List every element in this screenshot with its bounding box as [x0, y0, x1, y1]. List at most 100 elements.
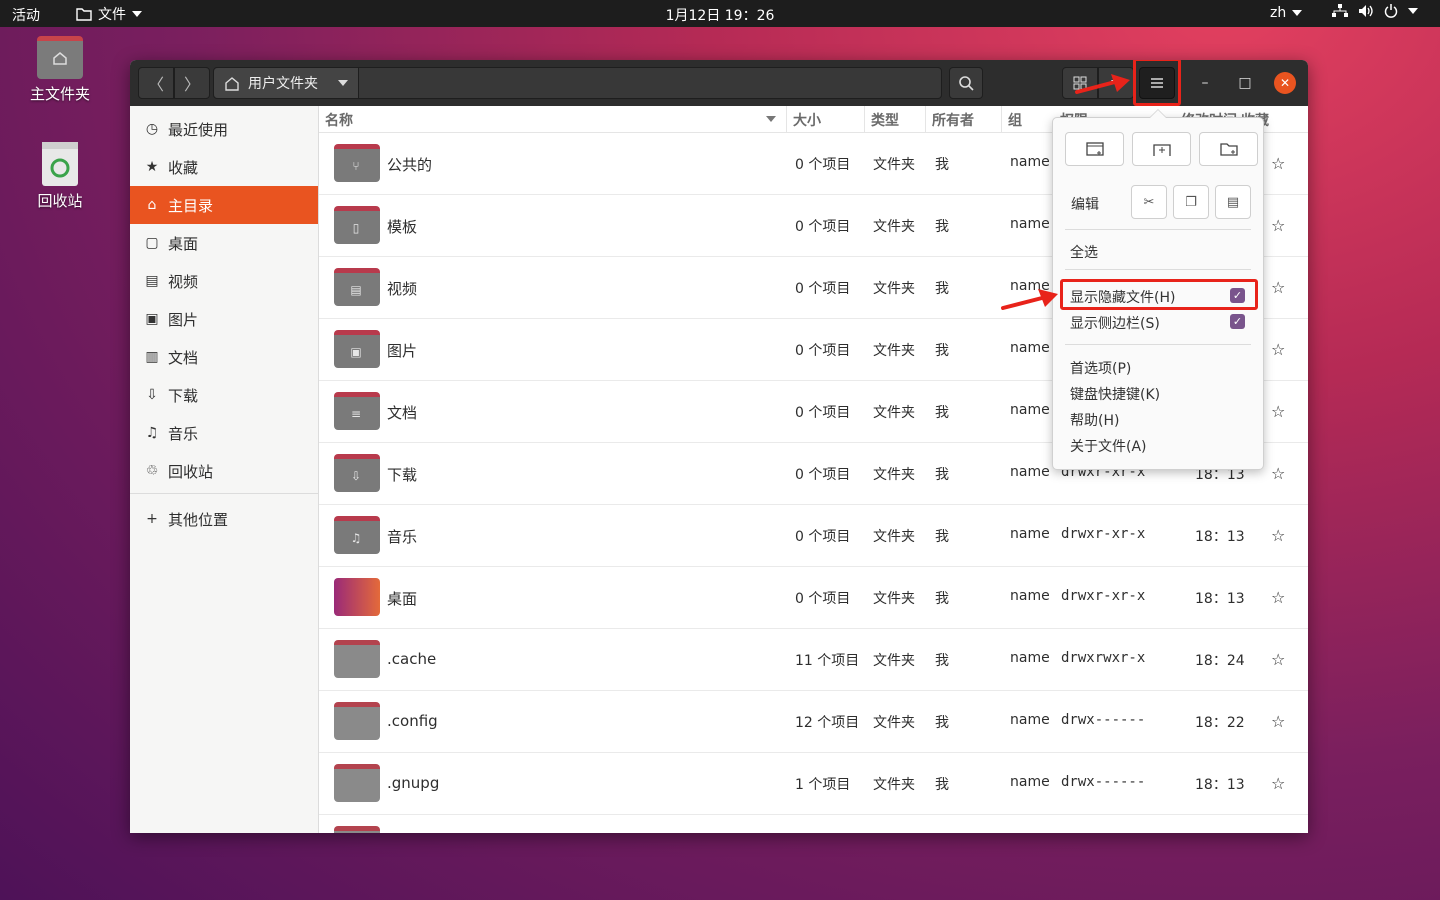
file-group: name [1010, 650, 1050, 666]
desktop-home-folder[interactable]: 主文件夹 [10, 36, 110, 104]
star-icon[interactable]: ☆ [1271, 774, 1285, 793]
document-icon: ▥ [145, 349, 159, 365]
column-header-size[interactable]: 大小 [793, 110, 821, 130]
folder-icon: ♫ [334, 516, 380, 554]
activities-button[interactable]: 活动 [12, 5, 40, 25]
file-type: 文件夹 [873, 219, 915, 235]
about-item[interactable]: 关于文件(A) [1070, 436, 1147, 456]
star-icon[interactable]: ☆ [1271, 402, 1285, 421]
sidebar-item-downloads[interactable]: ⇩ 下载 [130, 376, 318, 414]
file-owner: 我 [935, 777, 949, 793]
sidebar-item-label: 最近使用 [168, 120, 229, 139]
maximize-button[interactable]: □ [1234, 72, 1256, 94]
view-options-button[interactable] [1098, 67, 1134, 99]
hamburger-menu-button[interactable] [1139, 67, 1175, 99]
minimize-icon: – [1201, 75, 1209, 91]
file-type: 文件夹 [873, 343, 915, 359]
search-button[interactable] [949, 67, 983, 99]
file-modified: 18：24 [1195, 653, 1245, 669]
language-label: zh [1270, 5, 1287, 21]
new-folder-button[interactable] [1199, 132, 1258, 166]
star-icon[interactable]: ☆ [1271, 712, 1285, 731]
close-button[interactable]: ✕ [1274, 72, 1296, 94]
star-icon[interactable]: ☆ [1271, 216, 1285, 235]
new-folder-icon [1219, 142, 1238, 156]
star-icon[interactable]: ☆ [1271, 278, 1285, 297]
new-tab-button[interactable] [1132, 132, 1191, 166]
file-name: 模板 [387, 218, 418, 236]
table-row[interactable]: ♫ 音乐 0 个项目 文件夹 我 name drwxr-xr-x 18：13 ☆ [319, 505, 1308, 567]
desktop-trash-label: 回收站 [37, 192, 83, 210]
keyboard-shortcuts-item[interactable]: 键盘快捷键(K) [1070, 384, 1160, 404]
copy-button[interactable]: ❐ [1173, 185, 1209, 219]
forward-button[interactable]: 〉 [174, 67, 210, 99]
show-hidden-checkbox[interactable]: ✓ [1230, 288, 1245, 303]
paste-button[interactable]: ▤ [1215, 185, 1251, 219]
table-row[interactable]: .cache 11 个项目 文件夹 我 name drwxrwxr-x 18：24 ☆ [319, 629, 1308, 691]
star-icon[interactable]: ☆ [1271, 154, 1285, 173]
table-row[interactable] [319, 815, 1308, 833]
header-bar: 〈 〉 用户文件夹 – □ ✕ [130, 60, 1308, 106]
new-window-button[interactable] [1065, 132, 1124, 166]
folder-icon: ▣ [334, 330, 380, 368]
star-icon[interactable]: ☆ [1271, 526, 1285, 545]
file-group: name [1010, 774, 1050, 790]
new-tab-icon [1152, 143, 1171, 156]
file-group: name [1010, 464, 1050, 480]
cut-button[interactable]: ✂ [1131, 185, 1167, 219]
cut-icon: ✂ [1143, 194, 1155, 210]
sidebar-item-starred[interactable]: ★ 收藏 [130, 148, 318, 186]
sidebar-item-trash[interactable]: ♲ 回收站 [130, 452, 318, 490]
sidebar-item-other-locations[interactable]: + 其他位置 [130, 500, 318, 538]
column-header-owner[interactable]: 所有者 [932, 110, 974, 130]
file-owner: 我 [935, 281, 949, 297]
sidebar-item-home[interactable]: ⌂ 主目录 [130, 186, 318, 224]
star-icon[interactable]: ☆ [1271, 650, 1285, 669]
column-header-group[interactable]: 组 [1008, 110, 1022, 130]
sidebar-item-recent[interactable]: ◷ 最近使用 [130, 110, 318, 148]
star-icon: ★ [145, 159, 159, 175]
sidebar-item-label: 主目录 [168, 196, 214, 215]
column-header-type[interactable]: 类型 [871, 110, 899, 130]
path-crumb-home[interactable]: 用户文件夹 [214, 68, 359, 98]
file-modified: 18：13 [1195, 591, 1245, 607]
music-icon: ♫ [350, 531, 362, 545]
file-type: 文件夹 [873, 653, 915, 669]
plus-icon: + [146, 511, 158, 527]
minimize-button[interactable]: – [1194, 72, 1216, 94]
star-icon[interactable]: ☆ [1271, 588, 1285, 607]
file-modified: 18：13 [1195, 777, 1245, 793]
edit-label: 编辑 [1071, 197, 1099, 213]
sidebar-item-music[interactable]: ♫ 音乐 [130, 414, 318, 452]
sidebar-item-label: 回收站 [168, 462, 214, 481]
back-button[interactable]: 〈 [138, 67, 174, 99]
language-indicator[interactable]: zh [1270, 5, 1303, 21]
show-hidden-files-item[interactable]: 显示隐藏文件(H) [1070, 287, 1175, 307]
table-row[interactable]: .gnupg 1 个项目 文件夹 我 name drwx------ 18：13 ☆ [319, 753, 1308, 815]
table-row[interactable]: .config 12 个项目 文件夹 我 name drwx------ 18：22 ☆ [319, 691, 1308, 753]
column-header-name[interactable]: 名称 [325, 110, 353, 130]
sidebar-item-documents[interactable]: ▥ 文档 [130, 338, 318, 376]
star-icon[interactable]: ☆ [1271, 464, 1285, 483]
new-window-icon [1085, 141, 1104, 156]
folder-icon: ▯ [334, 206, 380, 244]
sidebar-item-videos[interactable]: ▤ 视频 [130, 262, 318, 300]
select-all-item[interactable]: 全选 [1070, 242, 1098, 262]
app-menu[interactable]: 文件 [76, 4, 142, 24]
file-name: .gnupg [387, 774, 440, 792]
sidebar-item-pictures[interactable]: ▣ 图片 [130, 300, 318, 338]
help-item[interactable]: 帮助(H) [1070, 410, 1119, 430]
desktop-trash[interactable]: 回收站 [10, 142, 110, 211]
table-row[interactable]: 桌面 0 个项目 文件夹 我 name drwxr-xr-x 18：13 ☆ [319, 567, 1308, 629]
path-crumb-label: 用户文件夹 [248, 76, 318, 92]
sidebar-item-label: 其他位置 [168, 510, 229, 529]
star-icon[interactable]: ☆ [1271, 340, 1285, 359]
show-sidebar-checkbox[interactable]: ✓ [1230, 314, 1245, 329]
preferences-item[interactable]: 首选项(P) [1070, 358, 1131, 378]
download-icon: ⇩ [146, 387, 158, 403]
sidebar-item-desktop[interactable]: ▢ 桌面 [130, 224, 318, 262]
system-tray[interactable] [1332, 4, 1418, 18]
clock[interactable]: 1月12日 19：26 [666, 8, 775, 24]
show-sidebar-item[interactable]: 显示侧边栏(S) [1070, 313, 1160, 333]
grid-view-button[interactable] [1062, 67, 1098, 99]
